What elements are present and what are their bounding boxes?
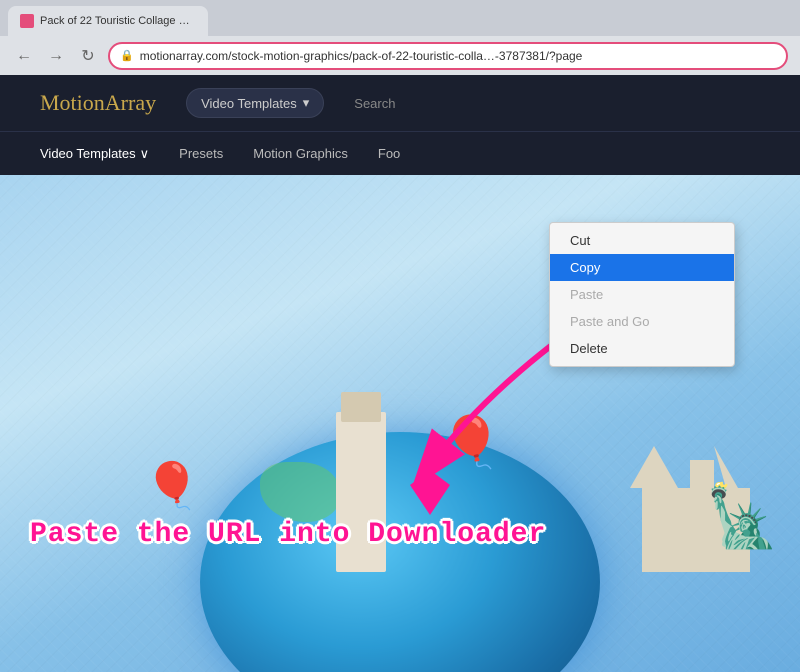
address-bar[interactable]: 🔒 motionarray.com/stock-motion-graphics/… bbox=[108, 42, 788, 70]
subnav-label-2: Presets bbox=[179, 146, 223, 161]
logo-array: Array bbox=[105, 90, 156, 115]
context-menu-paste-and-go: Paste and Go bbox=[550, 308, 734, 335]
nav-item1-label: Video Templates bbox=[201, 96, 297, 111]
subnav-presets[interactable]: Presets bbox=[179, 146, 223, 161]
context-menu-delete[interactable]: Delete bbox=[550, 335, 734, 362]
forward-button[interactable]: → bbox=[44, 44, 68, 68]
site-navbar: MotionArray Video Templates ▾ Search bbox=[0, 75, 800, 131]
browser-tab[interactable]: Pack of 22 Touristic Collage Elements on… bbox=[8, 6, 208, 36]
liberty-element: 🗽 bbox=[705, 481, 780, 552]
context-menu: Cut Copy Paste Paste and Go Delete bbox=[549, 222, 735, 367]
video-templates-nav[interactable]: Video Templates ▾ bbox=[186, 88, 324, 118]
address-bar-row: ← → ↻ 🔒 motionarray.com/stock-motion-gra… bbox=[0, 36, 800, 75]
url-text: motionarray.com/stock-motion-graphics/pa… bbox=[140, 49, 583, 63]
logo-motion: Motion bbox=[40, 90, 105, 115]
tab-title: Pack of 22 Touristic Collage Elements on… bbox=[40, 15, 190, 27]
subnav-label-3: Motion Graphics bbox=[253, 146, 348, 161]
subnav-label-4: Foo bbox=[378, 146, 400, 161]
nav-item1-chevron: ▾ bbox=[303, 95, 310, 111]
subnav-video-templates[interactable]: Video Templates ∨ bbox=[40, 146, 149, 162]
reload-button[interactable]: ↻ bbox=[76, 44, 100, 68]
site-subnav: Video Templates ∨ Presets Motion Graphic… bbox=[0, 131, 800, 175]
subnav-foo[interactable]: Foo bbox=[378, 146, 400, 161]
subnav-motion-graphics[interactable]: Motion Graphics bbox=[253, 146, 348, 161]
balloon1-element: 🎈 bbox=[440, 413, 502, 472]
search-nav[interactable]: Search bbox=[344, 90, 405, 117]
browser-chrome: Pack of 22 Touristic Collage Elements on… bbox=[0, 0, 800, 75]
tab-bar: Pack of 22 Touristic Collage Elements on… bbox=[0, 0, 800, 36]
main-content: ✈️ 🎈 🎈 🗽 Paste the URL into Downloader C… bbox=[0, 175, 800, 672]
context-menu-paste: Paste bbox=[550, 281, 734, 308]
annotation-text: Paste the URL into Downloader bbox=[30, 518, 546, 552]
context-menu-copy[interactable]: Copy bbox=[550, 254, 734, 281]
subnav-chevron-1: ∨ bbox=[140, 146, 150, 162]
lock-icon: 🔒 bbox=[120, 49, 134, 62]
context-menu-cut[interactable]: Cut bbox=[550, 227, 734, 254]
subnav-label-1: Video Templates bbox=[40, 146, 136, 161]
balloon2-element: 🎈 bbox=[144, 459, 200, 512]
search-label: Search bbox=[354, 96, 395, 111]
site-logo: MotionArray bbox=[40, 90, 156, 116]
globe-element bbox=[200, 432, 600, 672]
annotation-line1: Paste the URL into Downloader bbox=[30, 519, 546, 550]
back-button[interactable]: ← bbox=[12, 44, 36, 68]
tab-favicon bbox=[20, 14, 34, 28]
